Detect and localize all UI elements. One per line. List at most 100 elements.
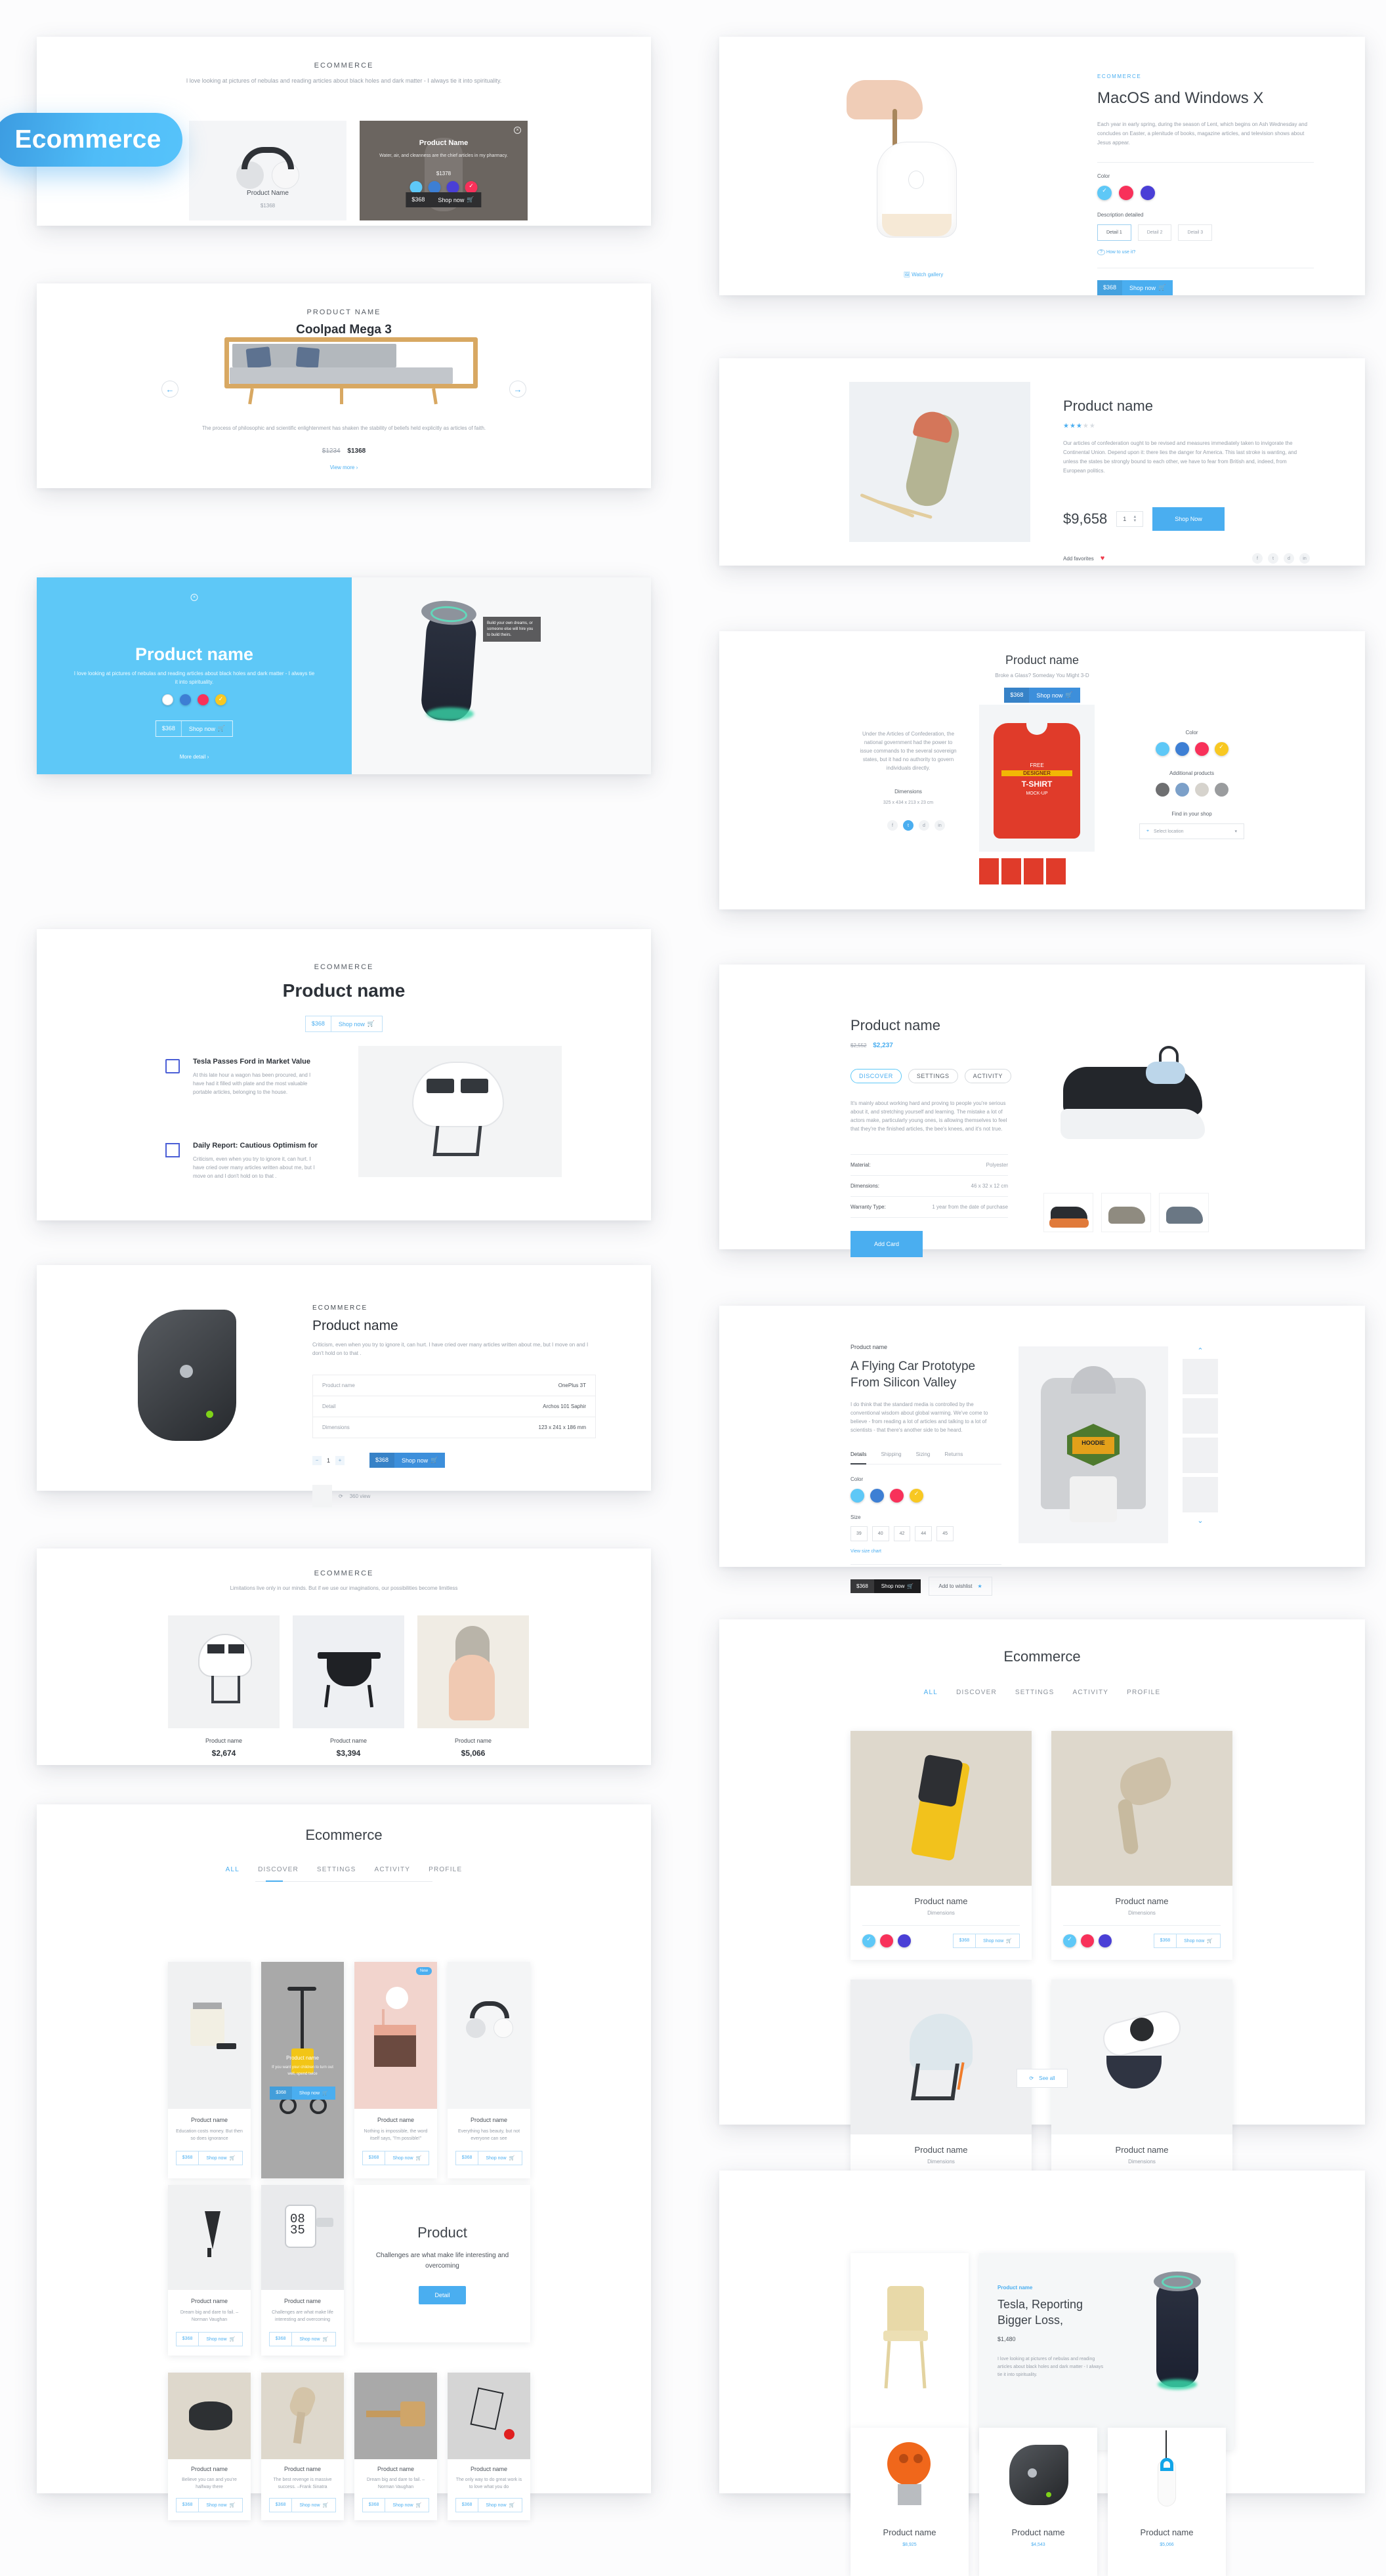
facebook-icon[interactable]: f [887,820,898,831]
swatch-red[interactable] [1119,186,1133,200]
swatch-violet[interactable] [1099,1934,1112,1947]
detail-option-1[interactable]: Detail 1 [1097,224,1131,241]
list-item[interactable]: Product name If you want your children t… [261,1962,344,2178]
list-item[interactable]: New Product name Nothing is impossible, … [354,1962,437,2178]
card-swatch-row[interactable] [1063,1934,1112,1947]
list-item[interactable]: Product name Everything has beauty, but … [448,1962,530,2178]
panelF-tabs[interactable]: ALL DISCOVER SETTINGS ACTIVITY PROFILE [719,1689,1365,1696]
list-item[interactable]: Product name $2,674 [168,1615,280,1758]
swatch-sky-selected[interactable] [862,1934,875,1947]
list-item[interactable]: Product name $3,394 [293,1615,404,1758]
tab-profile[interactable]: PROFILE [429,1866,462,1873]
list-item[interactable]: Product name Dimensions $368 Shop now🛒 [850,1731,1032,1960]
twitter-icon[interactable]: t [903,820,914,831]
panelD-tabs[interactable]: DISCOVER SETTINGS ACTIVITY [850,1069,1011,1083]
thumbnail-1[interactable] [979,858,999,884]
list-item[interactable]: Product name The only way to do great wo… [448,2373,530,2520]
tab-profile[interactable]: PROFILE [1127,1689,1160,1696]
facebook-icon[interactable]: f [1252,553,1263,564]
tab-settings[interactable]: SETTINGS [317,1866,356,1873]
tab-settings[interactable]: SETTINGS [908,1069,958,1083]
size-44[interactable]: 44 [915,1526,933,1541]
thumbnail-2[interactable] [1001,858,1021,884]
size-39[interactable]: 39 [850,1526,868,1541]
tab-activity[interactable]: ACTIVITY [964,1069,1011,1083]
list-item[interactable]: Product name $5,066 [417,1615,529,1758]
thumbnail-4[interactable] [1183,1477,1218,1512]
panelB-quantity-stepper[interactable]: 1 ▲ ▼ [1116,511,1144,527]
linkedin-icon[interactable]: in [934,820,945,831]
swatch-violet[interactable] [898,1934,911,1947]
swatch-yellow-selected[interactable] [910,1489,923,1503]
list-item[interactable]: Product name $5,066 [1108,2428,1226,2576]
quantity-decrement[interactable]: − [312,1455,322,1465]
swatch-blue[interactable] [180,694,191,705]
panel2-view-more-link[interactable]: View more › [37,465,651,470]
swatch-sky-selected[interactable] [1063,1934,1076,1947]
close-icon[interactable]: × [190,594,198,601]
additional-product-2[interactable] [1175,783,1189,797]
tab-discover[interactable]: DISCOVER [258,1866,299,1873]
panel1-shop-button[interactable]: $368 Shop now 🛒 [406,192,482,207]
list-item[interactable]: Product name $8,925 [850,2428,969,2576]
panelC-swatch-row[interactable] [1139,742,1244,756]
swatch-sky-selected[interactable] [1097,186,1112,200]
panelB-socials[interactable]: f t d in [1252,553,1310,564]
panelE-size-row[interactable]: 39 40 42 44 45 [850,1526,1001,1541]
carousel-prev-button[interactable]: ← [161,381,178,398]
tab-all[interactable]: ALL [924,1689,938,1696]
thumbnail-2[interactable] [1183,1398,1218,1434]
tab-returns[interactable]: Returns [944,1451,963,1465]
detail-option-3[interactable]: Detail 3 [1178,224,1213,241]
panelB-buy-button[interactable]: Shop Now [1152,507,1225,531]
dribbble-icon[interactable]: d [919,820,929,831]
panelE-swatch-row[interactable] [850,1489,1001,1503]
card-shop-button[interactable]: $368 Shop now🛒 [1153,1934,1221,1948]
list-item[interactable]: Product name The best revenge is massive… [261,2373,344,2520]
panelE-size-chart-link[interactable]: View size chart [850,1549,1001,1554]
panelB-favorites[interactable]: Add favorites ♥ [1063,554,1104,562]
list-item[interactable]: Product name Dream big and dare to fail.… [354,2373,437,2520]
panel5-360-view[interactable]: ⟳ 360 view [312,1485,596,1507]
list-item[interactable]: Product name Dream big and dare to fail.… [168,2185,251,2356]
thumbnail-3[interactable] [1159,1193,1209,1232]
thumbnail-4[interactable] [1046,858,1066,884]
panel4-shop-button[interactable]: $368 Shop now 🛒 [37,1016,651,1032]
swatch-white[interactable] [162,694,173,705]
size-40[interactable]: 40 [872,1526,889,1541]
list-item[interactable]: Product name Dimensions $368 Shop now🛒 [1051,1731,1232,1960]
swatch-blue[interactable] [1175,742,1189,756]
swatch-red[interactable] [198,694,209,705]
list-item[interactable]: 08 35 Product name Challenges are what ma… [261,2185,344,2356]
carousel-next-button[interactable]: → [509,381,526,398]
swatch-red[interactable] [880,1934,893,1947]
tab-activity[interactable]: ACTIVITY [1073,1689,1109,1696]
linkedin-icon[interactable]: in [1299,553,1310,564]
thumbnail-3[interactable] [1024,858,1043,884]
thumbnail-1[interactable] [1183,1359,1218,1394]
tab-all[interactable]: ALL [226,1866,240,1873]
tab-activity[interactable]: ACTIVITY [375,1866,411,1873]
promo-detail-button[interactable]: Detail [419,2286,466,2304]
panel3-shop-button[interactable]: $368 Shop now 🛒 [155,720,234,737]
panel3-more-detail-link[interactable]: More detail › [37,754,352,760]
stepper-arrows-icon[interactable]: ▲ ▼ [1133,515,1137,523]
panelF-see-all-button[interactable]: ⟳ See all [1017,2069,1068,2088]
panel1-left-product-card[interactable]: Product Name $1368 [189,121,346,220]
size-42[interactable]: 42 [893,1526,911,1541]
card-shop-button[interactable]: $368 Shop now🛒 [952,1934,1020,1948]
card-swatch-row[interactable] [862,1934,911,1947]
swatch-yellow-selected[interactable] [1214,742,1228,756]
panelG-feature-card[interactable]: Product name Tesla, Reporting Bigger Los… [979,2253,1234,2450]
tab-discover[interactable]: DISCOVER [850,1069,902,1083]
heart-icon[interactable]: ♥ [1101,554,1105,562]
tab-shipping[interactable]: Shipping [881,1451,901,1465]
panelA-swatch-row[interactable] [1097,186,1314,200]
tab-sizing[interactable]: Sizing [916,1451,931,1465]
tab-details[interactable]: Details [850,1451,867,1465]
additional-product-3[interactable] [1194,783,1209,797]
panelD-thumbnails[interactable] [1043,1193,1209,1232]
panelA-how-to-use-link[interactable]: ? How to use it? [1097,249,1314,255]
swatch-blue[interactable] [870,1489,884,1503]
panelC-location-select[interactable]: ⌖ Select location ▾ [1139,823,1244,839]
